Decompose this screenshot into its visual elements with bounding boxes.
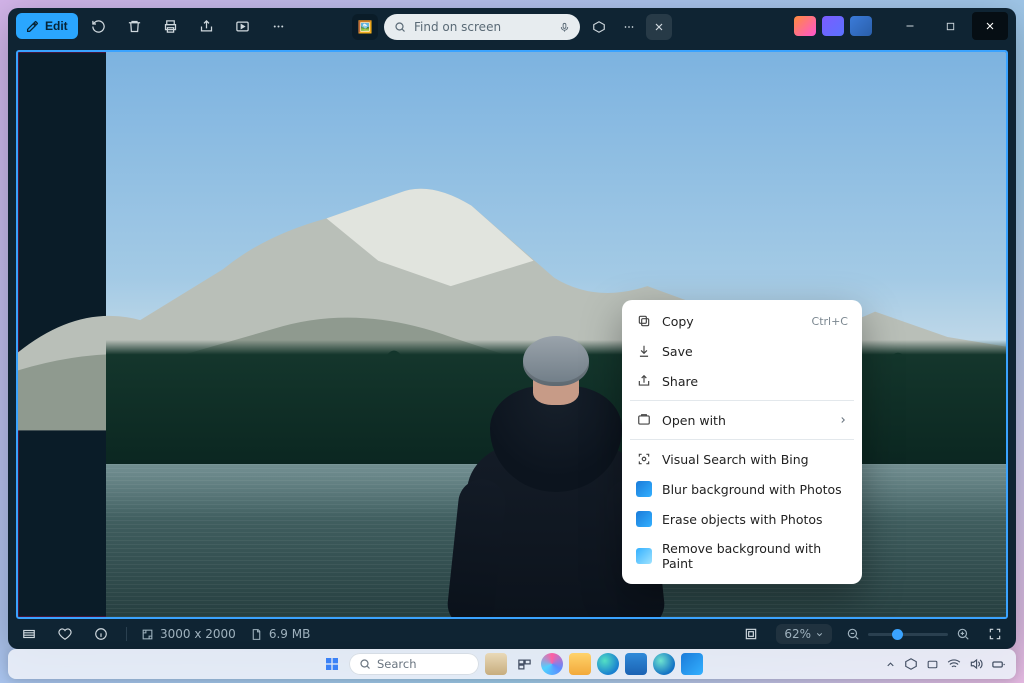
ctx-copy[interactable]: Copy Ctrl+C [628, 306, 856, 336]
paint-app-icon [636, 548, 652, 564]
app-indicator-2[interactable] [822, 16, 844, 36]
print-button[interactable] [156, 12, 186, 40]
ctx-open-with[interactable]: Open with [628, 405, 856, 435]
window-controls [794, 12, 1008, 40]
photos-app-icon [636, 481, 652, 497]
download-icon [636, 343, 652, 359]
tray-chevron-icon[interactable] [885, 659, 896, 670]
file-explorer-icon[interactable] [569, 653, 591, 675]
search-more-icon[interactable] [616, 14, 642, 40]
store-icon[interactable] [625, 653, 647, 675]
slideshow-button[interactable] [228, 12, 258, 40]
taskbar-app-1[interactable] [485, 653, 507, 675]
edit-label: Edit [45, 19, 68, 33]
search-icon [394, 21, 406, 33]
filmstrip-button[interactable] [18, 623, 40, 645]
edge-dev-icon[interactable] [653, 653, 675, 675]
tray-onedrive-icon[interactable] [904, 657, 918, 671]
app-indicator-3[interactable] [850, 16, 872, 36]
more-button[interactable] [264, 12, 294, 40]
share-icon [636, 373, 652, 389]
photos-taskbar-icon[interactable] [681, 653, 703, 675]
tray-wifi-icon[interactable] [947, 657, 961, 671]
start-button[interactable] [321, 653, 343, 675]
minimize-button[interactable] [892, 12, 928, 40]
status-bar: 3000 x 2000 6.9 MB 62% [8, 619, 1016, 649]
search-placeholder: Find on screen [414, 20, 501, 34]
find-on-screen-bar: 🖼️ Find on screen [352, 14, 672, 40]
tray-battery-icon[interactable] [991, 657, 1006, 672]
tray-language-icon[interactable] [926, 658, 939, 671]
system-tray[interactable] [885, 657, 1006, 672]
copy-icon [636, 313, 652, 329]
rotate-button[interactable] [84, 12, 114, 40]
ctx-visual-search[interactable]: Visual Search with Bing [628, 444, 856, 474]
copilot-taskbar-icon[interactable] [541, 653, 563, 675]
ctx-blur-background[interactable]: Blur background with Photos [628, 474, 856, 504]
windows-taskbar: Search [8, 649, 1016, 679]
share-button[interactable] [192, 12, 222, 40]
mic-icon[interactable] [559, 22, 570, 33]
delete-button[interactable] [120, 12, 150, 40]
zoom-controls [846, 627, 970, 641]
filesize-group: 6.9 MB [250, 627, 310, 641]
photos-app-window: Edit 🖼️ [8, 8, 1016, 649]
app-indicator-1[interactable] [794, 16, 816, 36]
close-search-icon[interactable] [646, 14, 672, 40]
title-bar: Edit 🖼️ [8, 8, 1016, 44]
chevron-right-icon [838, 415, 848, 425]
maximize-button[interactable] [932, 12, 968, 40]
find-on-screen-input[interactable]: Find on screen [384, 14, 580, 40]
visual-search-icon [636, 451, 652, 467]
dimensions-icon: 3000 x 2000 [141, 627, 236, 641]
ctx-erase-objects[interactable]: Erase objects with Photos [628, 504, 856, 534]
photos-app-icon: 🖼️ [352, 14, 378, 40]
ctx-share[interactable]: Share [628, 366, 856, 396]
file-size: 6.9 MB [269, 627, 310, 641]
task-view-button[interactable] [513, 653, 535, 675]
zoom-in-button[interactable] [956, 627, 970, 641]
open-with-icon [636, 412, 652, 428]
taskbar-search[interactable]: Search [349, 653, 479, 675]
edit-button[interactable]: Edit [16, 13, 78, 39]
zoom-slider[interactable] [868, 633, 948, 636]
zoom-level[interactable]: 62% [776, 624, 832, 644]
fit-button[interactable] [740, 623, 762, 645]
tray-volume-icon[interactable] [969, 657, 983, 671]
close-window-button[interactable] [972, 12, 1008, 40]
favorite-button[interactable] [54, 623, 76, 645]
context-menu: Copy Ctrl+C Save Share Open with [622, 300, 862, 584]
edit-icon [26, 20, 39, 33]
photo-content [106, 52, 1006, 617]
info-button[interactable] [90, 623, 112, 645]
fullscreen-button[interactable] [984, 623, 1006, 645]
copilot-icon[interactable] [586, 14, 612, 40]
edge-icon[interactable] [597, 653, 619, 675]
ctx-remove-background[interactable]: Remove background with Paint [628, 534, 856, 578]
photos-app-icon [636, 511, 652, 527]
ctx-save[interactable]: Save [628, 336, 856, 366]
photo-canvas[interactable]: Copy Ctrl+C Save Share Open with [16, 50, 1008, 619]
toolbar-left: Edit [16, 12, 294, 40]
image-dimensions: 3000 x 2000 [160, 627, 236, 641]
zoom-out-button[interactable] [846, 627, 860, 641]
